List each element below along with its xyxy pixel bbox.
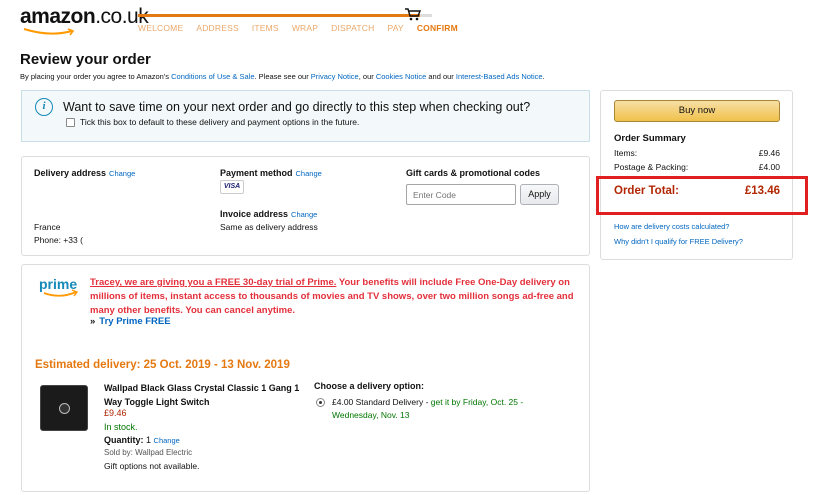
prime-offer-link[interactable]: Tracey, we are giving you a FREE 30-day … — [90, 277, 336, 288]
standard-delivery-label[interactable]: £4.00 Standard Delivery - get it by Frid… — [332, 396, 552, 422]
default-options-label[interactable]: Tick this box to default to these delive… — [80, 117, 359, 127]
prime-offer-text: Tracey, we are giving you a FREE 30-day … — [90, 277, 574, 316]
promo-code-input[interactable] — [406, 184, 516, 205]
try-prime-link[interactable]: Try Prime FREE — [99, 316, 170, 327]
payment-change-link[interactable]: Change — [296, 169, 322, 178]
agreement-text: By placing your order you agree to Amazo… — [20, 72, 545, 81]
postage-row: Postage & Packing: £4.00 — [614, 162, 780, 172]
buy-now-button[interactable]: Buy now — [614, 100, 780, 122]
save-time-question: Want to save time on your next order and… — [63, 100, 531, 114]
step-wrap: WRAP — [291, 23, 319, 33]
delivery-phone: Phone: +33 ( — [34, 235, 83, 245]
prime-logo-icon: prime — [39, 276, 79, 297]
gift-options-note: Gift options not available. — [104, 461, 200, 471]
chevron-right-icon: » — [90, 316, 96, 327]
default-options-checkbox[interactable] — [66, 118, 75, 127]
delivery-country: France — [34, 222, 61, 232]
order-summary-title: Order Summary — [614, 133, 686, 144]
invoice-address-value: Same as delivery address — [220, 222, 318, 232]
page-title: Review your order — [20, 51, 151, 68]
try-prime-row: » Try Prime FREE — [90, 316, 171, 327]
stock-status: In stock. — [104, 422, 138, 432]
apply-code-button[interactable]: Apply — [520, 184, 559, 205]
free-delivery-link[interactable]: Why didn't I qualify for FREE Delivery? — [614, 237, 743, 246]
invoice-change-link[interactable]: Change — [291, 210, 317, 219]
checkout-progress-bar — [138, 14, 432, 17]
step-items: ITEMS — [251, 23, 279, 33]
standard-delivery-radio[interactable] — [316, 398, 325, 407]
toggle-switch-icon — [59, 403, 70, 414]
product-image[interactable] — [40, 385, 88, 431]
logo-smile-icon — [23, 28, 75, 36]
shopping-cart-icon — [405, 8, 422, 21]
payment-method-heading: Payment method Change — [220, 168, 322, 178]
delivery-costs-link[interactable]: How are delivery costs calculated? — [614, 222, 729, 231]
delivery-change-link[interactable]: Change — [109, 169, 135, 178]
gift-card-heading: Gift cards & promotional codes — [406, 168, 541, 178]
privacy-link[interactable]: Privacy Notice — [311, 72, 359, 81]
sold-by: Sold by: Wallpad Electric — [104, 448, 193, 457]
quantity-value: 1 — [146, 435, 152, 445]
save-time-box — [21, 90, 590, 142]
step-pay: PAY — [387, 23, 404, 33]
delivery-option-heading: Choose a delivery option: — [314, 381, 425, 391]
step-address: ADDRESS — [196, 23, 239, 33]
order-total-row: Order Total: £13.46 — [614, 185, 780, 197]
ads-notice-link[interactable]: Interest-Based Ads Notice — [456, 72, 543, 81]
info-icon: i — [35, 98, 53, 116]
cookies-link[interactable]: Cookies Notice — [376, 72, 426, 81]
conditions-link[interactable]: Conditions of Use & Sale — [171, 72, 254, 81]
estimated-delivery: Estimated delivery: 25 Oct. 2019 - 13 No… — [35, 359, 290, 371]
invoice-address-heading: Invoice address Change — [220, 209, 318, 219]
step-welcome: WELCOME — [138, 23, 184, 33]
prime-logo-text: prime — [39, 276, 77, 292]
amazon-logo[interactable]: amazon.co.uk — [20, 5, 149, 29]
step-confirm: CONFIRM — [416, 23, 458, 33]
quantity-change-link[interactable]: Change — [154, 436, 180, 445]
product-title: Wallpad Black Glass Crystal Classic 1 Ga… — [104, 383, 300, 407]
delivery-address-heading: Delivery address Change — [34, 168, 136, 178]
checkout-steps: WELCOME ADDRESS ITEMS WRAP DISPATCH PAY … — [138, 23, 458, 33]
visa-card-icon: VISA — [220, 180, 244, 194]
items-row: Items: £9.46 — [614, 148, 780, 158]
quantity-row: Quantity: 1 Change — [104, 435, 180, 445]
step-dispatch: DISPATCH — [331, 23, 375, 33]
product-price: £9.46 — [104, 408, 127, 418]
